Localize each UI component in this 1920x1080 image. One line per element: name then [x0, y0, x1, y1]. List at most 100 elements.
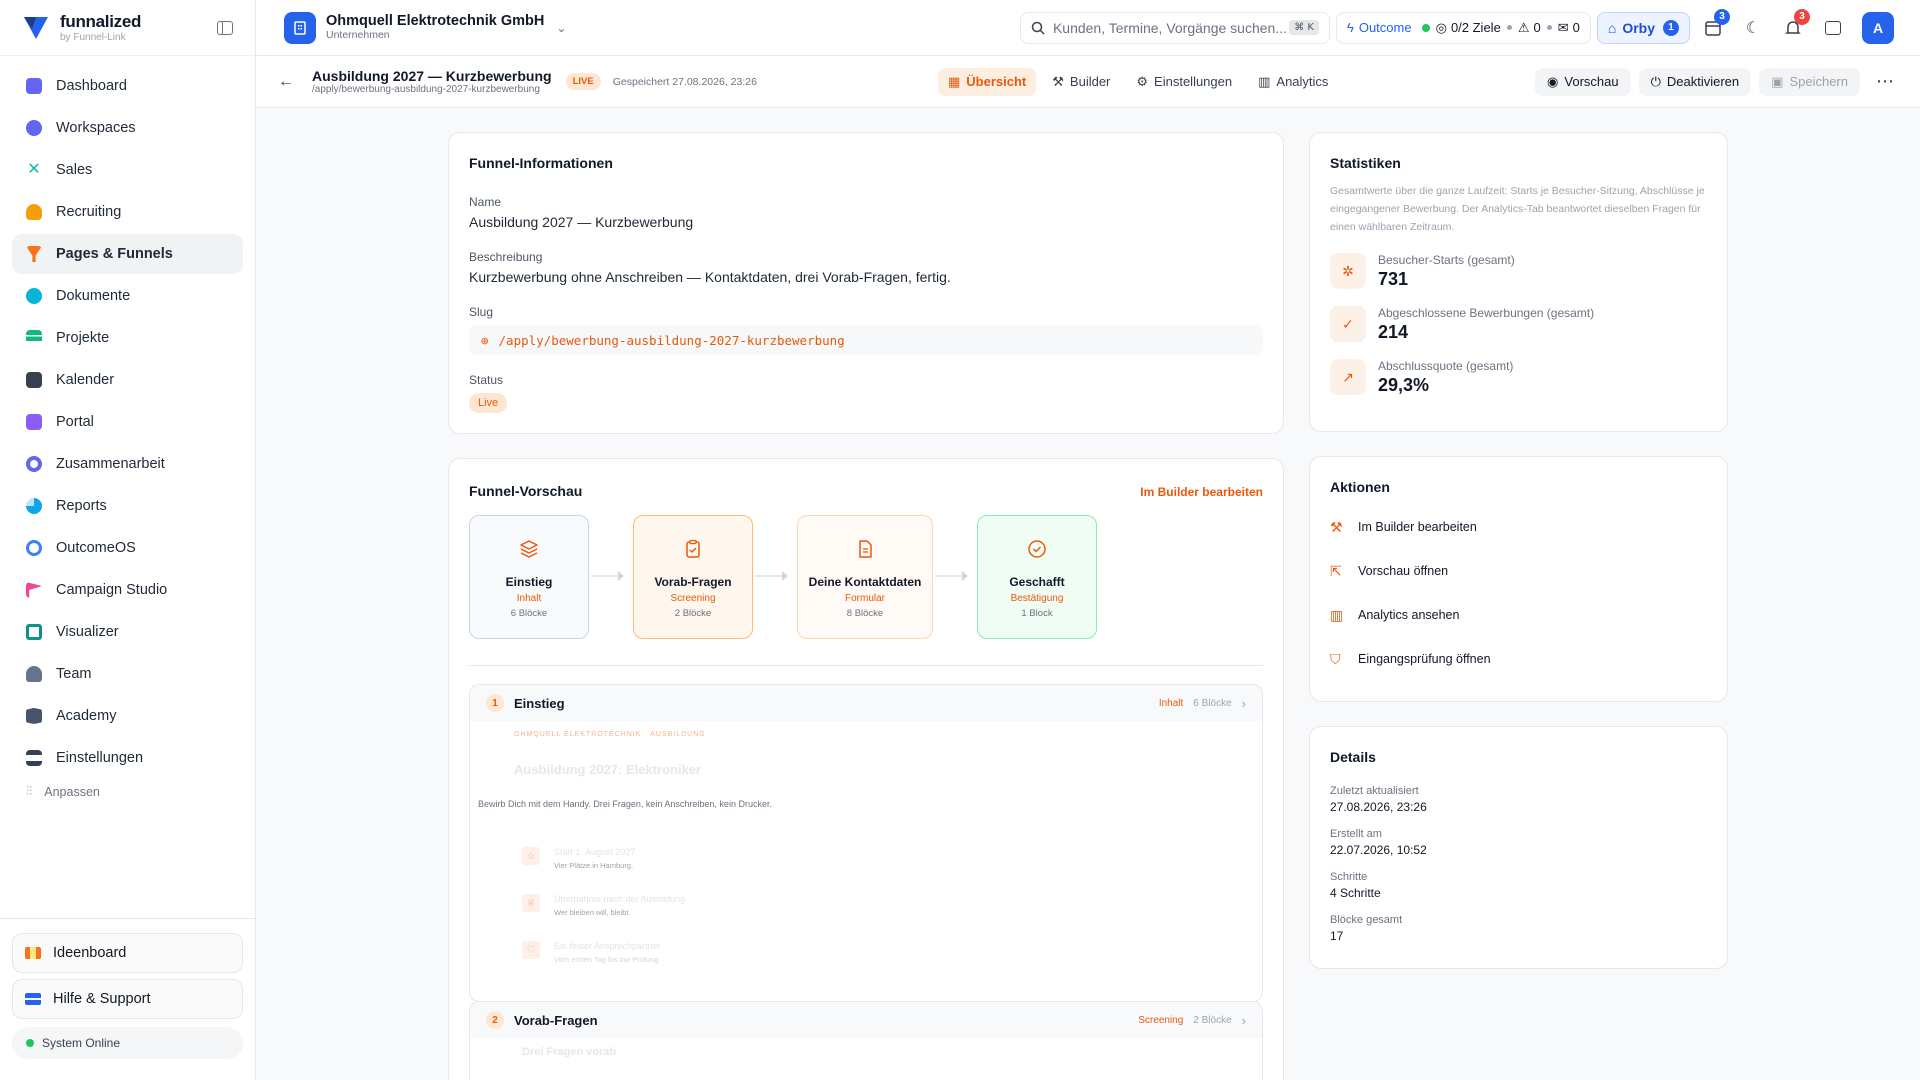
- name-value: Ausbildung 2027 — Kurzbewerbung: [469, 214, 694, 230]
- sidebar-item-pages-funnels[interactable]: Pages & Funnels: [12, 234, 243, 274]
- section-header[interactable]: 2 Vorab-Fragen Screening 2 Blöcke ›: [470, 1002, 1262, 1038]
- action-label: Analytics ansehen: [1358, 608, 1460, 622]
- app-name: funnalized: [60, 11, 142, 31]
- tab-overview[interactable]: ▦ Übersicht: [938, 67, 1037, 96]
- recruiting-icon: [26, 204, 42, 220]
- search-input[interactable]: Kunden, Termine, Vorgänge suchen... ⌘ K: [1019, 11, 1330, 44]
- sidebar-item-portal[interactable]: Portal: [12, 402, 243, 442]
- sidebar-item-visualizer[interactable]: Visualizer: [12, 612, 243, 652]
- sales-icon: ✕: [27, 161, 41, 178]
- sidebar-item-label: Sales: [56, 162, 93, 178]
- avatar[interactable]: A: [1862, 11, 1894, 44]
- sidebar-item-label: OutcomeOS: [56, 540, 136, 556]
- section-header[interactable]: 1 Einstieg Inhalt 6 Blöcke ›: [470, 685, 1262, 721]
- preview-button[interactable]: ◉ Vorschau: [1535, 67, 1631, 96]
- sidebar-item-workspaces[interactable]: Workspaces: [12, 108, 243, 148]
- app-subtitle: by Funnel-Link: [60, 31, 126, 43]
- sidebar-item-zusammenarbeit[interactable]: Zusammenarbeit: [12, 444, 243, 484]
- step-card-einstieg[interactable]: Einstieg Inhalt 6 Blöcke: [469, 515, 589, 639]
- sidebar-item-sales[interactable]: ✕ Sales: [12, 150, 243, 190]
- step-arrow: [755, 571, 788, 581]
- sidebar-item-reports[interactable]: Reports: [12, 486, 243, 526]
- sidebar-adjust-link[interactable]: ⫶⫶ Anpassen: [12, 780, 243, 803]
- sidebar-item-kalender[interactable]: Kalender: [12, 360, 243, 400]
- panel-toggle-button[interactable]: [1816, 11, 1850, 45]
- action-view-analytics[interactable]: ▥ Analytics ansehen: [1314, 593, 1723, 637]
- outcome-status-pill[interactable]: ϟ Outcome ◎ 0/2 Ziele ⚠ 0 ✉ 0: [1335, 11, 1591, 44]
- page-tabs: ▦ Übersicht ⚒ Builder ⚙ Einstellungen ▥ Anal…: [938, 67, 1344, 96]
- book-icon: [26, 708, 42, 724]
- step-blocks: 8 Blöcke: [846, 608, 884, 619]
- sidebar-item-label: Einstellungen: [56, 750, 144, 766]
- action-edit-in-builder[interactable]: ⚒ Im Builder bearbeiten: [1314, 505, 1723, 549]
- edit-in-builder-link[interactable]: Im Builder bearbeiten: [1140, 485, 1263, 499]
- eye-icon: ◉: [1547, 73, 1559, 89]
- help-support-button[interactable]: Hilfe & Support: [12, 979, 243, 1019]
- sidebar-item-academy[interactable]: Academy: [12, 696, 243, 736]
- visualizer-icon: [26, 624, 42, 640]
- sidebar-item-label: Recruiting: [56, 204, 122, 220]
- tab-analytics[interactable]: ▥ Analytics: [1248, 68, 1338, 96]
- status-badge: LIVE: [565, 73, 601, 90]
- sidebar-item-label: Dashboard: [56, 78, 127, 94]
- step-card-geschafft[interactable]: Geschafft Bestätigung 1 Block: [977, 515, 1097, 639]
- topbar: Ohmquell Elektrotechnik GmbH Unternehmen…: [256, 0, 1920, 56]
- notifications-button[interactable]: 3: [1776, 8, 1810, 45]
- step-blocks: 1 Block: [1021, 608, 1053, 619]
- sidebar-item-dokumente[interactable]: Dokumente: [12, 276, 243, 316]
- step-card-vorab-fragen[interactable]: Vorab-Fragen Screening 2 Blöcke: [633, 515, 753, 639]
- sidebar-item-outcomeos[interactable]: OutcomeOS: [12, 528, 243, 568]
- tab-label: Einstellungen: [1154, 74, 1233, 89]
- inbox-count: 0: [1572, 20, 1580, 35]
- details-card: Details Zuletzt aktualisiert 27.08.2026, …: [1309, 726, 1728, 969]
- sidebar-collapse-icon[interactable]: [217, 20, 233, 35]
- section-number: 2: [486, 1011, 504, 1029]
- save-button[interactable]: ▣ Speichern: [1759, 67, 1860, 96]
- action-label: Eingangsprüfung öffnen: [1358, 652, 1491, 666]
- company-building-icon[interactable]: [284, 11, 316, 44]
- section-type: Inhalt: [1158, 697, 1184, 709]
- more-options-icon[interactable]: ⋯: [1876, 71, 1894, 92]
- step-type: Formular: [844, 593, 885, 604]
- ideaboard-icon: [25, 947, 41, 959]
- sidebar-item-label: Portal: [56, 414, 94, 430]
- slug-label: Slug: [469, 305, 494, 319]
- slug-field[interactable]: ⊕ /apply/bewerbung-ausbildung-2027-kurzb…: [469, 325, 1263, 355]
- status-label: Status: [469, 373, 504, 387]
- detail-value: 17: [1330, 929, 1344, 943]
- action-open-preview[interactable]: ⇱ Vorschau öffnen: [1314, 549, 1723, 593]
- section-blocks: 2 Blöcke: [1193, 1014, 1232, 1026]
- grid-icon: ▦: [948, 73, 961, 89]
- orby-button[interactable]: ⌂ Orby 1: [1596, 11, 1690, 44]
- bar-chart-icon: ▥: [1330, 606, 1344, 623]
- tab-builder[interactable]: ⚒ Builder: [1042, 68, 1120, 96]
- company-name: Ohmquell Elektrotechnik GmbH: [326, 12, 545, 29]
- detail-value: 27.08.2026, 23:26: [1330, 800, 1427, 814]
- sidebar-item-dashboard[interactable]: Dashboard: [12, 66, 243, 106]
- step-card-kontaktdaten[interactable]: Deine Kontaktdaten Formular 8 Blöcke: [797, 515, 933, 639]
- details-title: Details: [1330, 749, 1376, 765]
- sidebar-item-campaign-studio[interactable]: Campaign Studio: [12, 570, 243, 610]
- ideaboard-button[interactable]: Ideenboard: [12, 933, 243, 973]
- preview-section2-headline: Drei Fragen vorab: [522, 1046, 617, 1058]
- save-label: Speichern: [1789, 74, 1848, 89]
- back-arrow-icon[interactable]: ←: [278, 73, 298, 91]
- ideaboard-label: Ideenboard: [53, 945, 127, 961]
- sidebar-item-label: Kalender: [56, 372, 115, 388]
- section-content: OHMQUELL ELEKTROTECHNIK · AUSBILDUNG Aus…: [470, 721, 1262, 974]
- theme-toggle-button[interactable]: ☾: [1736, 11, 1770, 45]
- sidebar-item-projekte[interactable]: Projekte: [12, 318, 243, 358]
- deactivate-label: Deaktivieren: [1666, 74, 1740, 89]
- action-open-intake-check[interactable]: ⛉ Eingangsprüfung öffnen: [1314, 637, 1723, 681]
- tab-settings[interactable]: ⚙ Einstellungen: [1126, 68, 1242, 96]
- sidebar-item-recruiting[interactable]: Recruiting: [12, 192, 243, 232]
- deactivate-button[interactable]: ⏻ Deaktivieren: [1638, 67, 1752, 96]
- sidebar-item-einstellungen[interactable]: Einstellungen: [12, 738, 243, 778]
- calendar-button[interactable]: 3: [1696, 8, 1730, 45]
- app-logo[interactable]: funnalized by Funnel-Link: [0, 0, 255, 56]
- chevron-down-icon[interactable]: ⌄: [556, 21, 566, 35]
- sidebar-item-team[interactable]: Team: [12, 654, 243, 694]
- company-switcher[interactable]: Ohmquell Elektrotechnik GmbH Unternehmen: [326, 12, 545, 41]
- search-icon: [1031, 21, 1045, 35]
- page-title: Ausbildung 2027 — Kurzbewerbung: [312, 67, 552, 84]
